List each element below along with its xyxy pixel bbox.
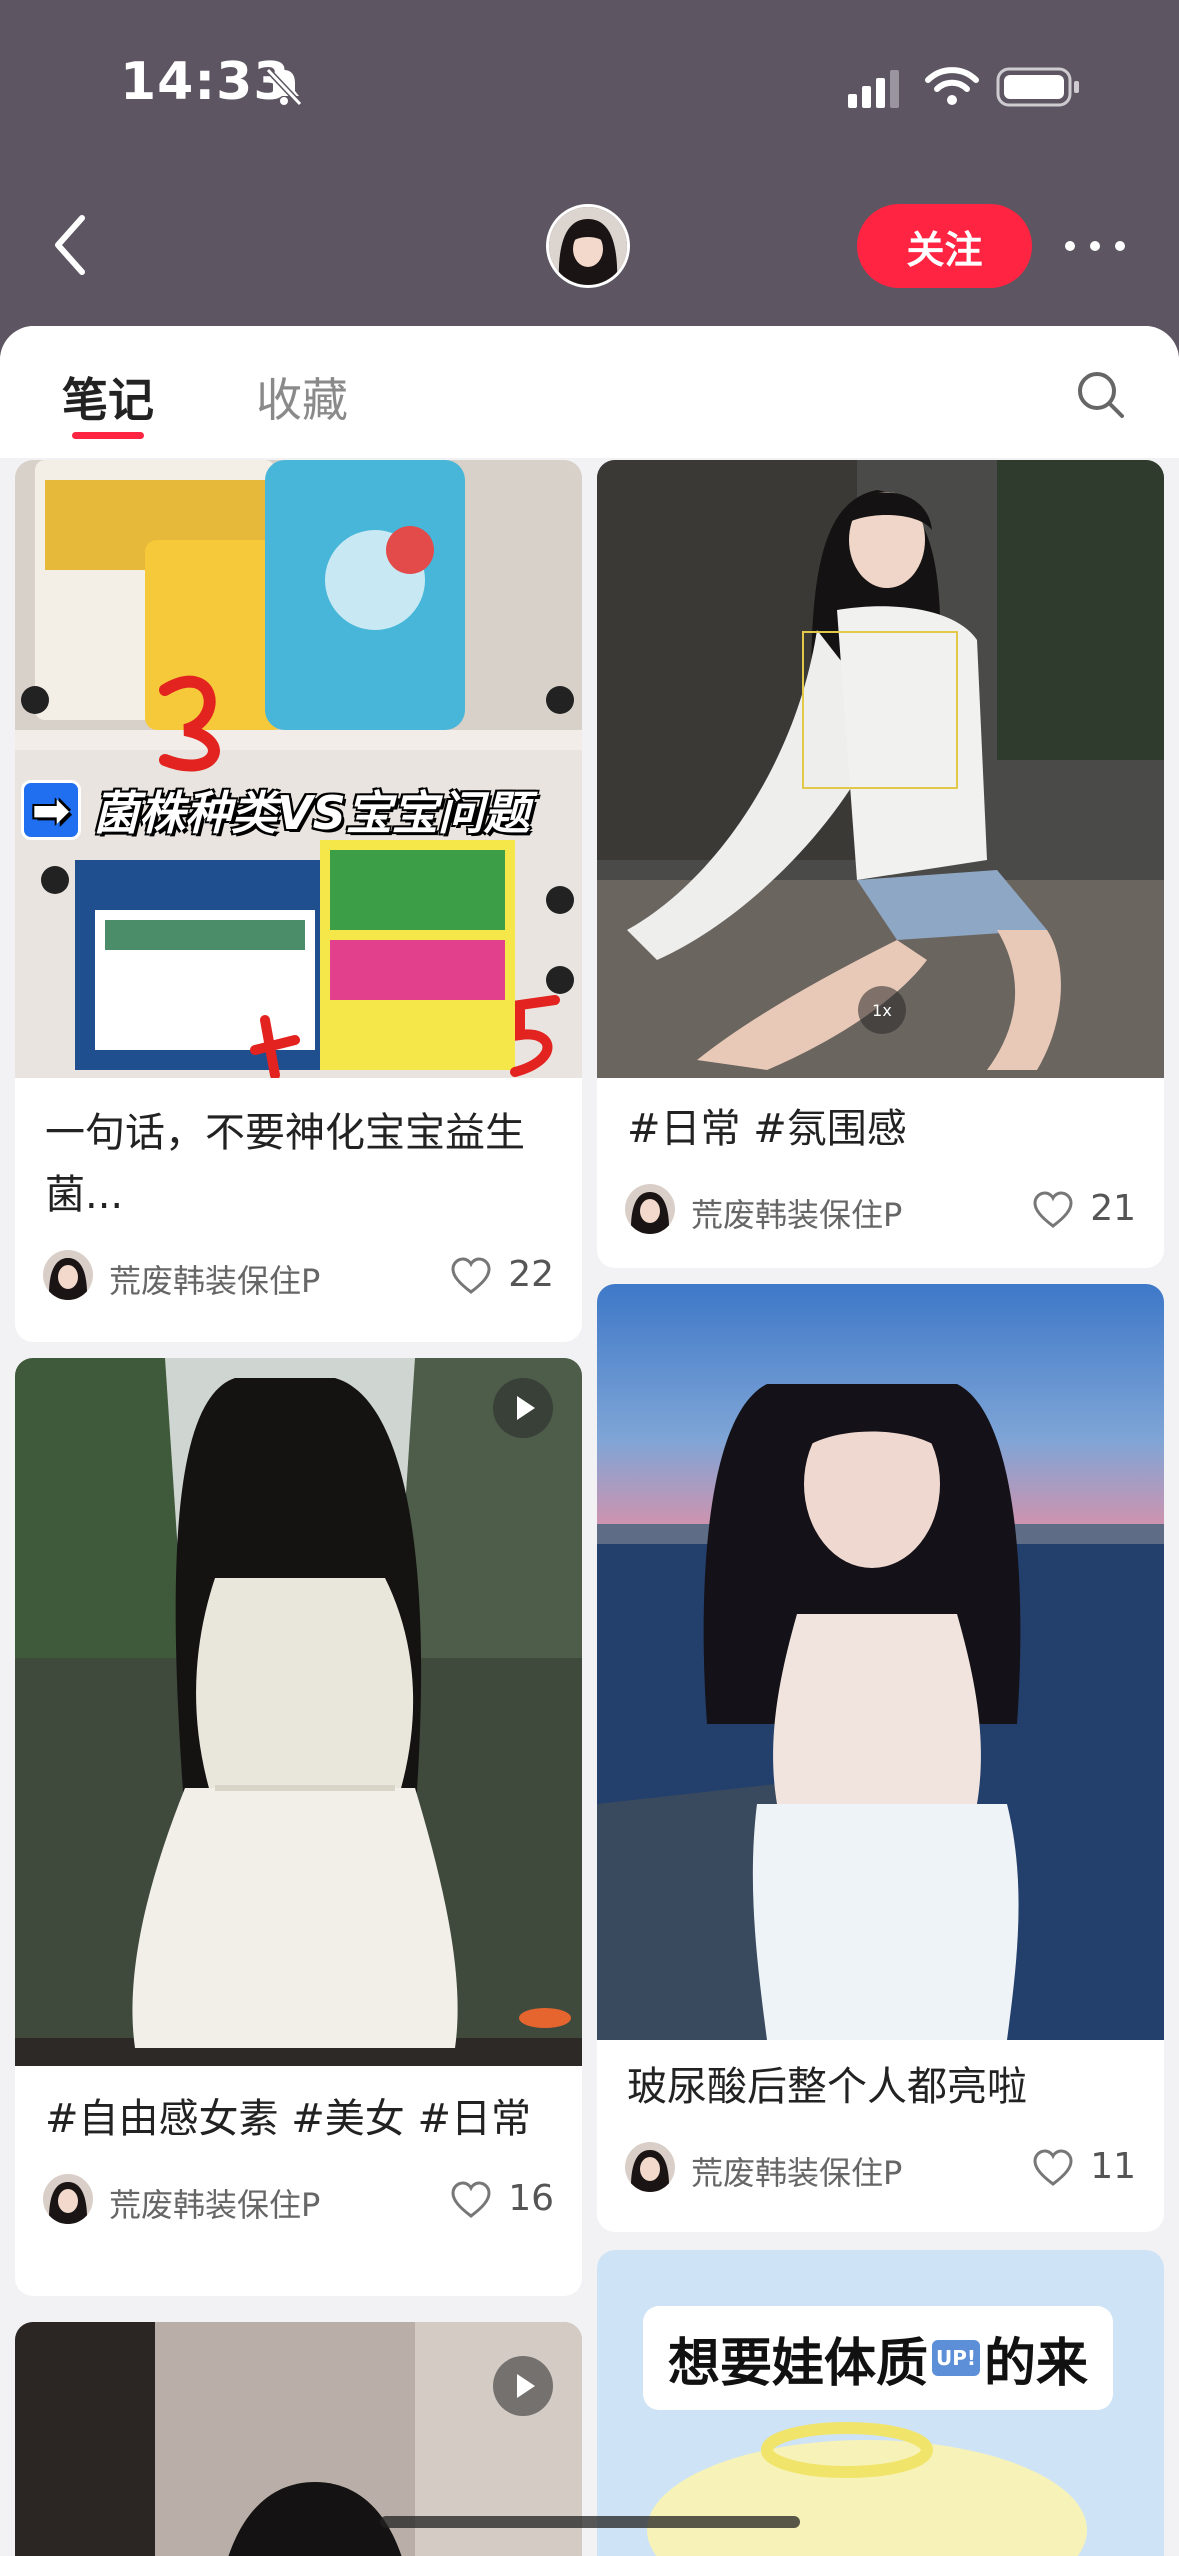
cover-overlay-caption: 菌株种类VS宝宝问题 (93, 786, 530, 840)
arrow-right-icon: ➡ (21, 780, 81, 840)
author-avatar[interactable] (625, 1184, 675, 1234)
cover-overlay-text: ➡ 菌株种类VS宝宝问题 (21, 776, 569, 844)
author-avatar[interactable] (43, 2174, 93, 2224)
cover-banner-caption: 想要娃体质 (667, 2333, 928, 2394)
note-cover-image (15, 460, 582, 1078)
tab-collections[interactable]: 收藏 (256, 364, 348, 430)
heart-like-icon[interactable] (1032, 2148, 1074, 2188)
note-meta: 荒废韩装保住P 11 (625, 2142, 1136, 2194)
author-name[interactable]: 荒废韩装保住P (109, 2180, 320, 2226)
note-meta: 荒废韩装保住P 16 (43, 2174, 554, 2226)
heart-like-icon[interactable] (1032, 1190, 1074, 1230)
note-title: 玻尿酸后整个人都亮啦 (627, 2064, 1027, 2110)
cover-banner-text: 想要娃体质 UP! 的来 (643, 2306, 1113, 2410)
note-card[interactable]: #自由感女素 #美女 #日常 荒废韩装保住P 16 (15, 1358, 582, 2296)
heart-like-icon[interactable] (450, 1256, 492, 1296)
note-title: #自由感女素 #美女 #日常 (45, 2096, 531, 2142)
wifi-icon (925, 67, 979, 105)
heart-like-icon[interactable] (450, 2180, 492, 2220)
back-chevron-icon[interactable] (46, 210, 96, 280)
active-tab-indicator (72, 432, 144, 439)
like-count: 21 (1090, 1188, 1136, 1229)
playback-speed-badge: 1x (858, 986, 906, 1034)
video-play-badge (493, 2356, 553, 2416)
note-meta: 荒废韩装保住P 21 (625, 1184, 1136, 1236)
video-play-badge (493, 1378, 553, 1438)
note-cover-image (597, 1284, 1164, 2040)
cellular-signal-icon (848, 70, 899, 108)
like-count: 11 (1090, 2146, 1136, 2187)
author-name[interactable]: 荒废韩装保住P (691, 2148, 902, 2194)
note-card[interactable]: 玻尿酸后整个人都亮啦 荒废韩装保住P 11 (597, 1284, 1164, 2232)
author-avatar[interactable] (625, 2142, 675, 2192)
cover-banner-caption-end: 的来 (984, 2333, 1089, 2394)
tab-notes[interactable]: 笔记 (62, 364, 154, 430)
author-name[interactable]: 荒废韩装保住P (109, 1256, 320, 1302)
note-card[interactable]: 1x #日常 #氛围感 荒废韩装保住P 21 (597, 460, 1164, 1268)
note-title: 一句话，不要神化宝宝益生菌... (45, 1110, 525, 1218)
like-count: 22 (508, 1254, 554, 1295)
play-icon (517, 1396, 535, 1420)
more-options-icon[interactable] (1060, 226, 1130, 266)
author-avatar[interactable] (43, 1250, 93, 1300)
bell-mute-icon (265, 67, 303, 107)
play-icon (517, 2374, 535, 2398)
note-card[interactable]: 想要娃体质 UP! 的来 (597, 2250, 1164, 2556)
battery-icon (996, 67, 1079, 107)
like-count: 16 (508, 2178, 554, 2219)
note-meta: 荒废韩装保住P 22 (43, 1250, 554, 1302)
profile-avatar[interactable] (546, 204, 630, 288)
author-name[interactable]: 荒废韩装保住P (691, 1190, 902, 1236)
note-title: #日常 #氛围感 (627, 1106, 907, 1152)
note-card[interactable]: ➡ 菌株种类VS宝宝问题 一句话，不要神化宝宝益生菌... 荒废韩装保住P 22 (15, 460, 582, 1342)
search-icon[interactable] (1074, 368, 1128, 422)
follow-button[interactable]: 关注 (857, 204, 1032, 288)
tab-bar: 笔记 收藏 (0, 326, 1179, 458)
note-cover-image (15, 1358, 582, 2066)
home-indicator[interactable] (380, 2516, 800, 2528)
up-badge: UP! (931, 2340, 981, 2376)
profile-content-sheet: 笔记 收藏 ➡ 菌株种类VS宝宝问题 一句话，不要神化宝宝益生菌... 荒废韩装… (0, 326, 1179, 2556)
